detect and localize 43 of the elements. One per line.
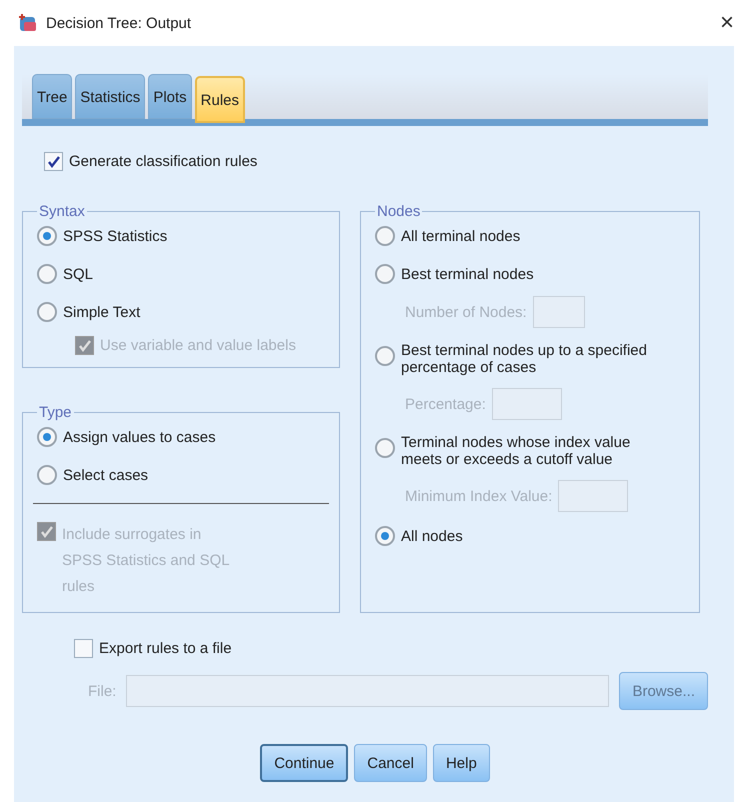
window-title: Decision Tree: Output	[46, 14, 192, 32]
tab[interactable]: Tree	[32, 74, 72, 119]
checkbox-label: Export rules to a file	[99, 640, 232, 657]
dialog-button[interactable]: Cancel	[354, 744, 427, 782]
group-title: Nodes	[376, 203, 422, 220]
checkbox[interactable]	[74, 639, 93, 658]
app-icon	[18, 13, 38, 33]
checkbox-label: Generate classification rules	[69, 153, 258, 170]
field-label: Percentage:	[405, 396, 486, 412]
option-label: Assign values to cases	[63, 428, 216, 446]
radio-button[interactable]	[375, 438, 395, 458]
radio-button[interactable]	[375, 346, 395, 366]
radio-button[interactable]	[375, 264, 395, 284]
radio-button[interactable]	[37, 264, 57, 284]
radio-button[interactable]	[37, 302, 57, 322]
checkbox[interactable]	[44, 152, 63, 171]
close-button[interactable]: ×	[716, 9, 738, 37]
radio-button[interactable]	[375, 526, 395, 546]
option-label: All nodes	[401, 528, 463, 544]
group-title: Type	[38, 404, 73, 421]
checkbox-label: Use variable and value labels	[100, 337, 296, 354]
tab[interactable]: Rules	[194, 76, 246, 123]
option-label: All terminal nodes	[401, 228, 520, 244]
dialog-button[interactable]: Help	[432, 744, 490, 782]
radio-button[interactable]	[37, 465, 57, 485]
option-label: Simple Text	[63, 304, 140, 320]
radio-button[interactable]	[375, 226, 395, 246]
field-label: Minimum Index Value:	[405, 488, 552, 504]
option-label: SQL	[63, 266, 94, 282]
field-label: Number of Nodes:	[405, 304, 527, 320]
option-label: SPSS Statistics	[63, 228, 168, 244]
field-label: File:	[88, 682, 116, 700]
option-label: Terminal nodes whose index value meets or exceeds a cutoff value	[401, 434, 632, 468]
option-label: Best terminal nodes up to a specified percentage of cases	[401, 342, 648, 376]
group-title: Syntax	[38, 203, 86, 220]
checkbox-label: Include surrogates in SPSS Statistics and SQL rules	[62, 525, 230, 597]
radio-button[interactable]	[37, 226, 57, 246]
dialog-button[interactable]: Continue	[260, 744, 348, 782]
tab[interactable]: Plots	[148, 74, 192, 119]
option-label: Select cases	[63, 466, 148, 484]
radio-button[interactable]	[37, 427, 57, 447]
option-label: Best terminal nodes	[401, 266, 534, 282]
tab[interactable]: Statistics	[75, 74, 146, 119]
